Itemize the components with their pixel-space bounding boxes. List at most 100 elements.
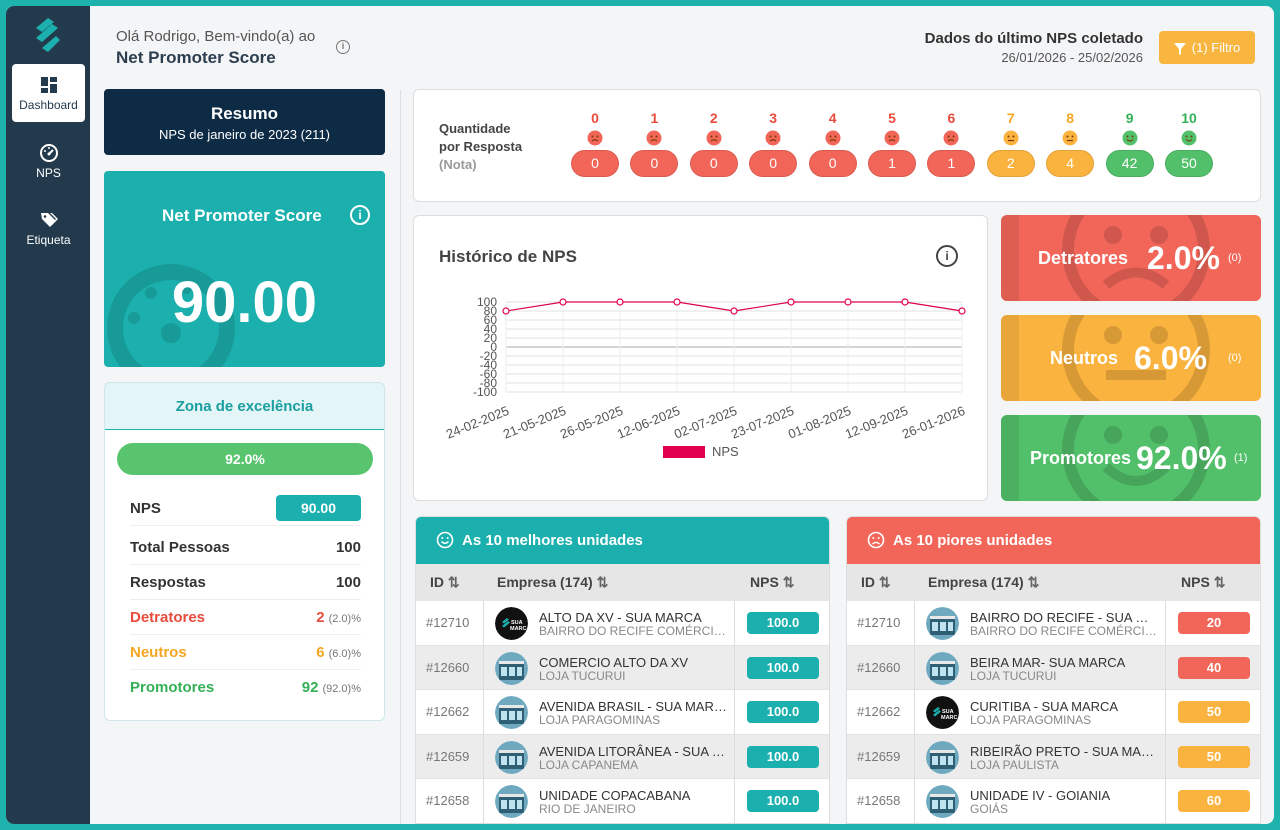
info-icon[interactable]: i bbox=[336, 40, 350, 54]
happy-face-icon bbox=[436, 531, 454, 549]
column-header-empresa[interactable]: Empresa (174) ⇅ bbox=[928, 564, 1039, 601]
quantidade-label: Quantidade por Resposta (Nota) bbox=[439, 120, 522, 174]
stat-pct: 2.0% bbox=[1147, 240, 1220, 276]
table-row[interactable]: #12660 BEIRA MAR- SUA MARCA LOJA TUCURUI 40 bbox=[847, 645, 1260, 691]
card-stripe bbox=[1001, 315, 1019, 401]
unit-name: BAIRRO DO RECIFE - SUA MA... bbox=[970, 610, 1158, 625]
note-column: 10 50 bbox=[1165, 110, 1213, 177]
nps-pill: 100.0 bbox=[747, 612, 819, 634]
note-count-pill: 42 bbox=[1105, 150, 1154, 177]
unit-avatar bbox=[495, 740, 528, 774]
stat-label: Promotores bbox=[1030, 448, 1132, 468]
x-tick-label: 01-08-2025 bbox=[786, 403, 853, 442]
legend-label[interactable]: NPS bbox=[712, 444, 739, 459]
table-row[interactable]: #12658 UNIDADE IV - GOIANIA GOIÁS 60 bbox=[847, 779, 1260, 823]
data-point[interactable] bbox=[559, 298, 567, 306]
nps-pill: 100.0 bbox=[747, 656, 819, 679]
sad-face-icon bbox=[867, 531, 885, 549]
data-point[interactable] bbox=[958, 307, 966, 315]
table-row[interactable]: #12658 UNIDADE COPACABANA RIO DE JANEIRO 10… bbox=[416, 779, 829, 823]
table-row[interactable]: #12662 AVENIDA BRASIL - SUA MARCA LOJA PAR… bbox=[416, 690, 829, 735]
data-point[interactable] bbox=[730, 307, 738, 315]
piores-title: As 10 piores unidades bbox=[893, 532, 1053, 549]
sort-icon: ⇅ bbox=[596, 574, 609, 590]
table-row[interactable]: #12710 BAIRRO DO RECIFE - SUA MA... BAIRRO… bbox=[847, 601, 1260, 646]
data-point[interactable] bbox=[616, 298, 624, 306]
table-row[interactable]: #12660 COMERCIO ALTO DA XV LOJA TUCURUI 100… bbox=[416, 645, 829, 691]
zona-row-value: 92 bbox=[301, 679, 319, 696]
cell-divider bbox=[483, 690, 484, 735]
zona-row-value: 100 bbox=[335, 539, 361, 556]
legend-swatch[interactable] bbox=[663, 446, 705, 458]
melhores-header: As 10 melhores unidades bbox=[416, 517, 829, 564]
note-column: 9 42 bbox=[1105, 110, 1154, 177]
zona-row-neutros: Neutros 6 (6.0)% bbox=[130, 635, 361, 670]
nps-pill: 50 bbox=[1178, 701, 1250, 724]
table-header-row: ID ⇅ Empresa (174) ⇅ NPS ⇅ bbox=[416, 564, 829, 601]
table-row[interactable]: #12659 AVENIDA LITORÂNEA - SUA M... LOJA C… bbox=[416, 734, 829, 780]
cell-divider bbox=[734, 690, 735, 735]
data-point[interactable] bbox=[844, 298, 852, 306]
data-point[interactable] bbox=[787, 298, 795, 306]
sidebar-item-label: NPS bbox=[36, 166, 61, 180]
table-row[interactable]: #12662 SUAMARCA CURITIBA - SUA MARCALOJA P… bbox=[847, 690, 1260, 735]
note-count-pill: 0 bbox=[808, 150, 857, 177]
cell-divider bbox=[914, 645, 915, 690]
note-column: 40 bbox=[808, 110, 857, 177]
sidebar-item-dashboard[interactable]: Dashboard bbox=[12, 64, 85, 122]
neutral-face-icon bbox=[1062, 130, 1078, 146]
cell-divider bbox=[1165, 645, 1166, 690]
zona-row-label: Total Pessoas bbox=[130, 539, 230, 556]
table-row[interactable]: #12659 RIBEIRÃO PRETO - SUA MARCA LOJA PAU… bbox=[847, 734, 1260, 780]
sort-icon: ⇅ bbox=[447, 574, 460, 590]
note-count-pill: 0 bbox=[571, 150, 619, 177]
data-point[interactable] bbox=[673, 298, 681, 306]
zona-row-label: Promotores bbox=[130, 679, 215, 696]
column-header-nps[interactable]: NPS ⇅ bbox=[1181, 564, 1225, 601]
app-logo-icon bbox=[36, 18, 60, 52]
greeting-text: Olá Rodrigo, Bem-vindo(a) ao bbox=[116, 28, 316, 45]
zona-row-total: Total Pessoas 100 bbox=[130, 530, 361, 565]
last-nps-range: 26/01/2026 - 25/02/2026 bbox=[1001, 50, 1143, 65]
data-point[interactable] bbox=[901, 298, 909, 306]
divider bbox=[400, 90, 401, 824]
nps-score-value: 90.00 bbox=[171, 270, 318, 335]
cell-divider bbox=[1165, 690, 1166, 735]
stat-label: Neutros bbox=[1050, 348, 1119, 368]
table-row[interactable]: #12710 SUAMARCA ALTO DA XV - SUA MARCABAIR… bbox=[416, 601, 829, 646]
note-number: 8 bbox=[1066, 110, 1075, 126]
nps-pill: 100.0 bbox=[747, 745, 819, 768]
row-id: #12660 bbox=[857, 659, 901, 675]
column-header-id[interactable]: ID ⇅ bbox=[861, 564, 891, 601]
column-header-label: NPS bbox=[1181, 574, 1210, 590]
info-icon[interactable]: i bbox=[350, 205, 370, 225]
unit-subtitle: RIO DE JANEIRO bbox=[539, 802, 636, 817]
sidebar-item-nps[interactable]: NPS bbox=[12, 132, 85, 190]
x-tick-label: 23-07-2025 bbox=[729, 403, 796, 442]
zona-progress-bar: 92.0% bbox=[117, 443, 373, 475]
row-id: #12710 bbox=[426, 615, 470, 630]
page-title: Net Promoter Score bbox=[116, 48, 276, 67]
unit-avatar bbox=[495, 696, 528, 730]
data-point[interactable] bbox=[502, 307, 510, 315]
melhores-table: As 10 melhores unidades ID ⇅ Empresa (17… bbox=[415, 516, 830, 824]
filter-button[interactable]: (1) Filtro bbox=[1159, 31, 1255, 64]
table-header-row: ID ⇅ Empresa (174) ⇅ NPS ⇅ bbox=[847, 564, 1260, 601]
unit-avatar bbox=[926, 785, 959, 819]
note-count-pill: 1 bbox=[868, 150, 916, 177]
detratores-card: Detratores 2.0% (0) bbox=[1001, 215, 1261, 301]
last-nps-title: Dados do último NPS coletado bbox=[924, 30, 1143, 47]
column-header-id[interactable]: ID ⇅ bbox=[430, 564, 460, 601]
unit-name: RIBEIRÃO PRETO - SUA MARCA bbox=[970, 743, 1158, 759]
note-number: 9 bbox=[1125, 110, 1134, 126]
sad-face-icon bbox=[943, 130, 959, 146]
column-header-nps[interactable]: NPS ⇅ bbox=[750, 564, 794, 601]
note-column: 30 bbox=[749, 110, 798, 177]
nps-pill: 100.0 bbox=[747, 701, 819, 724]
unit-subtitle: LOJA PARAGOMINAS bbox=[539, 713, 661, 728]
sad-face-icon bbox=[646, 130, 662, 146]
note-count-pill: 50 bbox=[1165, 150, 1213, 177]
column-header-empresa[interactable]: Empresa (174) ⇅ bbox=[497, 564, 608, 601]
zona-row-value: 2 bbox=[316, 609, 325, 626]
sidebar-item-etiqueta[interactable]: Etiqueta bbox=[12, 199, 85, 257]
